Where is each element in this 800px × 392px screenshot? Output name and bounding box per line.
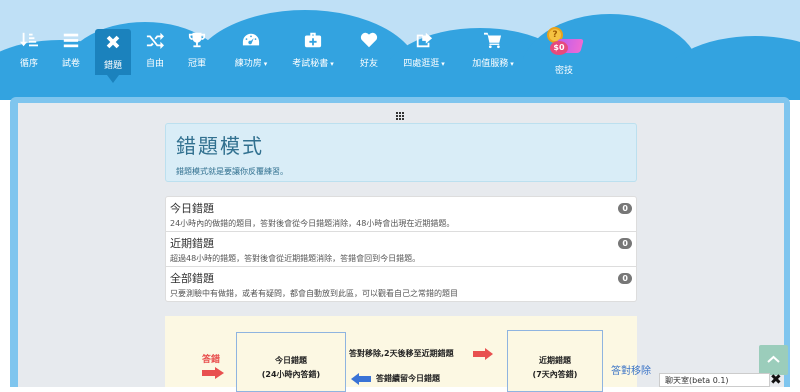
share-icon	[416, 32, 433, 48]
page-header-panel: 錯題模式 錯題模式就是要讓你反覆練習。	[165, 123, 637, 182]
nav-label: 循序	[19, 59, 38, 69]
medkit-icon	[304, 32, 322, 48]
chevron-down-icon: ▾	[510, 60, 514, 68]
count-badge: 0	[618, 203, 632, 214]
page-title: 錯題模式	[176, 134, 264, 158]
count-badge: 0	[618, 273, 632, 284]
nav-item-friends[interactable]: 好友	[349, 31, 389, 69]
today-box: 今日錯題 (24小時內答錯)	[236, 332, 346, 392]
nav-label: 四處逛逛 ▾	[403, 59, 445, 69]
nav-label: 錯題	[103, 61, 122, 71]
chevron-down-icon: ▾	[330, 60, 334, 68]
chevron-down-icon: ▾	[263, 60, 268, 68]
list-item-today[interactable]: 今日錯題 24小時內的做錯的題目，答對後會從今日錯題消除，48小時會出現在近期錯…	[166, 197, 636, 232]
recent-box: 近期錯題 (7天內答錯)	[507, 330, 603, 392]
list-item-description: 24小時內的做錯的題目，答對後會從今日錯題消除，48小時會出現在近期錯題。	[170, 219, 455, 228]
nav-label: 試卷	[61, 59, 80, 69]
arrow-right-icon	[202, 367, 224, 379]
heart-icon	[360, 32, 378, 48]
list-item-title: 近期錯題	[170, 237, 214, 250]
today-box-title: 今日錯題	[275, 356, 307, 365]
shuffle-icon	[146, 32, 164, 49]
nav-label: 好友	[359, 59, 378, 69]
close-icon	[106, 35, 120, 49]
trophy-icon	[188, 32, 206, 48]
nav-label: 考試秘書 ▾	[292, 59, 334, 69]
arrow-left-icon	[351, 373, 371, 385]
chat-room-tab[interactable]: 聊天室(beta 0.1)	[659, 373, 770, 387]
sort-desc-icon	[20, 32, 38, 47]
back-to-top-button[interactable]	[759, 345, 788, 375]
coin-badge: $0	[550, 41, 568, 55]
list-item-description: 超過48小時的錯題，答對後會從近期錯題消除，答錯會回到今日錯題。	[170, 254, 421, 263]
arrow-right-icon	[473, 348, 493, 360]
cart-icon	[484, 32, 502, 49]
nav-label: 自由	[145, 59, 164, 69]
today-box-subtitle: (24小時內答錯)	[261, 370, 321, 379]
close-icon[interactable]: ✖	[770, 372, 782, 388]
nav-label: 加值服務 ▾	[472, 59, 514, 69]
nav-item-free[interactable]: 自由	[135, 31, 175, 69]
recent-box-subtitle: (7天內答錯)	[532, 370, 578, 379]
chevron-up-icon	[767, 355, 780, 363]
list-item-title: 全部錯題	[170, 272, 214, 285]
list-item-title: 今日錯題	[170, 202, 214, 215]
nav-label: 冠軍	[187, 59, 206, 69]
main-navbar: 循序 試卷 錯題 自由 冠軍 練功房 ▾ 考試秘書 ▾ 好友 四處逛逛 ▾ 加值服務 ▾…	[0, 0, 800, 100]
nav-item-exam[interactable]: 試卷	[51, 31, 91, 69]
list-item-all[interactable]: 全部錯題 只要測驗中有做錯，或者有疑問，都會自動放到此區，可以觀看自己之常錯的題…	[166, 267, 636, 301]
nav-item-wrong-questions[interactable]: 錯題	[95, 29, 131, 83]
chevron-down-icon: ▾	[441, 60, 445, 68]
list-item-recent[interactable]: 近期錯題 超過48小時的錯題，答對後會從近期錯題消除，答錯會回到今日錯題。 0	[166, 232, 636, 267]
list-icon	[63, 33, 79, 48]
wrong-question-list: 今日錯題 24小時內的做錯的題目，答對後會從今日錯題消除，48小時會出現在近期錯…	[165, 196, 637, 302]
nav-item-premium[interactable]: 加值服務 ▾	[466, 31, 520, 69]
flow-diagram: 答錯 今日錯題 (24小時內答錯) 答對移除,2天後移至近期錯題 答錯續留今日錯…	[165, 316, 637, 392]
wrong-label: 答錯	[202, 355, 221, 365]
nav-item-exam-secretary[interactable]: 考試秘書 ▾	[287, 31, 339, 69]
magic-icon: ? $0	[542, 27, 586, 61]
list-item-description: 只要測驗中有做錯，或者有疑問，都會自動放到此區，可以觀看自己之常錯的題目	[170, 289, 458, 298]
page-subtitle: 錯題模式就是要讓你反覆練習。	[176, 167, 288, 176]
nav-item-browse[interactable]: 四處逛逛 ▾	[398, 31, 450, 69]
nav-item-sequential[interactable]: 循序	[9, 31, 49, 69]
nav-label: 練功房 ▾	[234, 59, 268, 69]
recent-box-title: 近期錯題	[539, 356, 571, 365]
nav-item-secret-tips[interactable]: ? $0 密技	[541, 27, 587, 76]
remove-link[interactable]: 答對移除	[611, 362, 651, 377]
nav-item-practice-room[interactable]: 練功房 ▾	[226, 31, 276, 69]
drag-handle-icon[interactable]	[396, 112, 405, 121]
count-badge: 0	[618, 238, 632, 249]
stay-text: 答錯續留今日錯題	[376, 374, 440, 383]
move-text: 答對移除,2天後移至近期錯題	[349, 349, 454, 358]
nav-item-champion[interactable]: 冠軍	[177, 31, 217, 69]
nav-label: 密技	[554, 66, 573, 76]
dashboard-icon	[242, 33, 260, 46]
